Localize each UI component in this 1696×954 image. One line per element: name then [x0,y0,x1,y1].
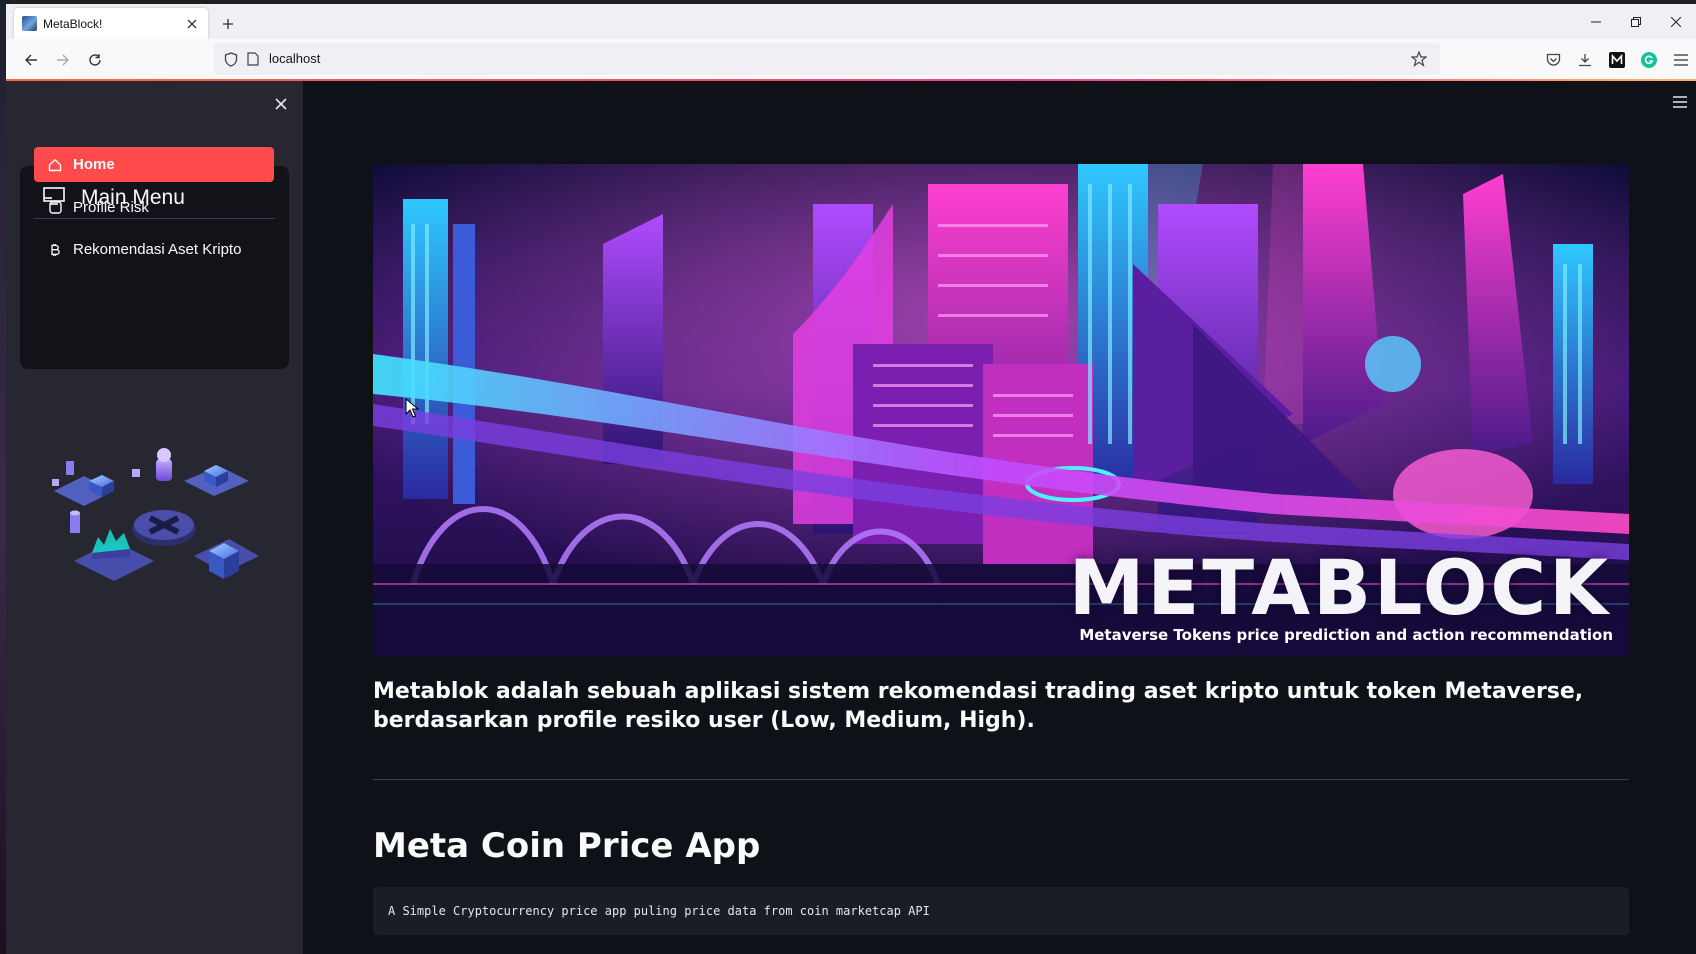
isometric-crypto-illustration [44,441,274,601]
tab-close-icon[interactable] [182,14,202,34]
reload-icon[interactable] [84,49,106,71]
square-icon [47,200,63,216]
sidebar: Main Menu Home Profile Risk Rekomendasi … [6,81,303,954]
main-menu-card: Main Menu Home Profile Risk Rekomendasi … [20,147,289,369]
sidebar-item-profile-risk[interactable]: Profile Risk [34,190,274,225]
intro-paragraph: Metablok adalah sebuah aplikasi sistem r… [373,679,1584,733]
mouse-cursor-icon [405,397,420,418]
restore-icon[interactable] [1616,4,1656,39]
menu-icon[interactable] [1670,49,1692,71]
new-tab-button[interactable] [216,12,240,36]
house-icon [47,157,63,173]
sidebar-item-rekomendasi[interactable]: Rekomendasi Aset Kripto [34,232,274,267]
page-icon[interactable] [242,48,264,70]
browser-tab[interactable]: MetaBlock! [14,8,208,39]
url-text: localhost [269,51,321,66]
bookmark-star-icon[interactable] [1408,48,1430,70]
browser-navigation-bar: localhost [6,39,1696,80]
address-bar[interactable]: localhost [214,43,1440,75]
page-heading: Meta Coin Price App [373,826,761,866]
bitcoin-icon [47,242,63,258]
close-icon[interactable] [1656,4,1696,39]
sidebar-item-label: Home [73,156,115,173]
window-controls [1576,4,1696,39]
pocket-icon[interactable] [1542,49,1564,71]
tab-title: MetaBlock! [43,16,103,31]
shield-icon[interactable] [220,48,242,70]
favicon-icon [22,16,37,31]
app-menu-icon[interactable] [1670,92,1690,112]
minimize-icon[interactable] [1576,4,1616,39]
forward-icon[interactable] [52,49,74,71]
banner-subtitle: Metaverse Tokens price prediction and ac… [1079,626,1613,644]
sidebar-close-icon[interactable] [270,93,292,115]
extension-m-icon[interactable] [1606,49,1628,71]
code-block: A Simple Cryptocurrency price app puling… [373,887,1629,935]
download-icon[interactable] [1574,49,1596,71]
browser-tab-bar: MetaBlock! [6,4,1696,39]
sidebar-item-label: Rekomendasi Aset Kripto [73,241,242,258]
back-icon[interactable] [20,49,42,71]
sidebar-item-home[interactable]: Home [34,147,274,182]
extension-grammarly-icon[interactable] [1638,49,1660,71]
sidebar-item-label: Profile Risk [73,199,149,216]
metablock-banner: METABLOCK Metaverse Tokens price predict… [373,164,1629,656]
code-text: A Simple Cryptocurrency price app puling… [388,904,930,918]
banner-title: METABLOCK [1068,543,1611,632]
divider [373,779,1629,780]
